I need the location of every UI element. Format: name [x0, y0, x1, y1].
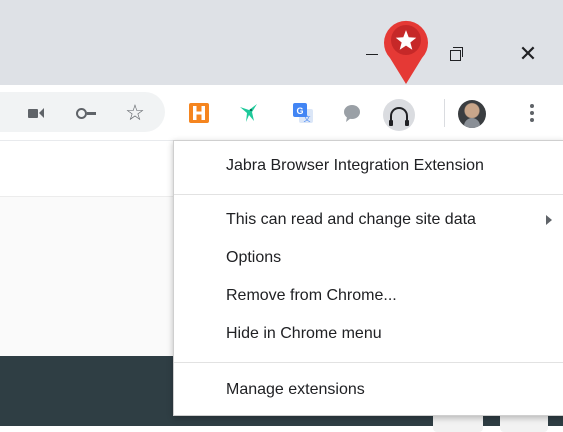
- minimize-icon: [366, 53, 378, 55]
- menu-item-remove[interactable]: Remove from Chrome...: [174, 279, 563, 313]
- submenu-arrow-icon: [546, 215, 552, 225]
- jabra-extension-button[interactable]: [383, 99, 415, 131]
- key-icon[interactable]: [72, 103, 100, 123]
- menu-item-label: This can read and change site data: [226, 211, 476, 228]
- menu-item-label: Hide in Chrome menu: [226, 325, 382, 342]
- menu-divider: [174, 362, 563, 363]
- menu-item-label: Remove from Chrome...: [226, 287, 397, 304]
- star-icon[interactable]: ☆: [122, 101, 148, 125]
- svg-text:文: 文: [304, 114, 311, 123]
- close-icon: ✕: [518, 41, 538, 66]
- menu-item-extension-title[interactable]: Jabra Browser Integration Extension: [174, 149, 563, 183]
- red-star-pin-marker: [384, 20, 428, 85]
- menu-divider: [174, 194, 563, 195]
- google-translate-icon[interactable]: G 文: [290, 100, 316, 126]
- honey-icon[interactable]: [186, 100, 212, 126]
- camera-icon[interactable]: [24, 103, 48, 123]
- title-bar: ✕: [0, 0, 563, 85]
- menu-item-label: Options: [226, 249, 282, 266]
- close-button[interactable]: ✕: [508, 36, 548, 72]
- menu-item-hide[interactable]: Hide in Chrome menu: [174, 317, 563, 351]
- restore-icon: [450, 47, 464, 61]
- profile-avatar[interactable]: [458, 100, 486, 128]
- hummingbird-icon[interactable]: [236, 100, 262, 126]
- menu-item-manage-extensions[interactable]: Manage extensions: [174, 373, 563, 407]
- menu-item-options[interactable]: Options: [174, 241, 563, 275]
- menu-item-label: Jabra Browser Integration Extension: [226, 157, 484, 174]
- toolbar-separator: [444, 99, 445, 127]
- menu-item-label: Manage extensions: [226, 381, 365, 398]
- menu-item-site-access[interactable]: This can read and change site data: [174, 203, 563, 237]
- restore-button[interactable]: [437, 36, 477, 72]
- svg-text:G: G: [296, 106, 303, 116]
- more-vert-icon[interactable]: [522, 101, 542, 125]
- speech-bubble-icon[interactable]: [340, 101, 364, 125]
- extension-context-menu: Jabra Browser Integration Extension This…: [173, 140, 563, 416]
- jabra-headset-icon: [389, 107, 409, 126]
